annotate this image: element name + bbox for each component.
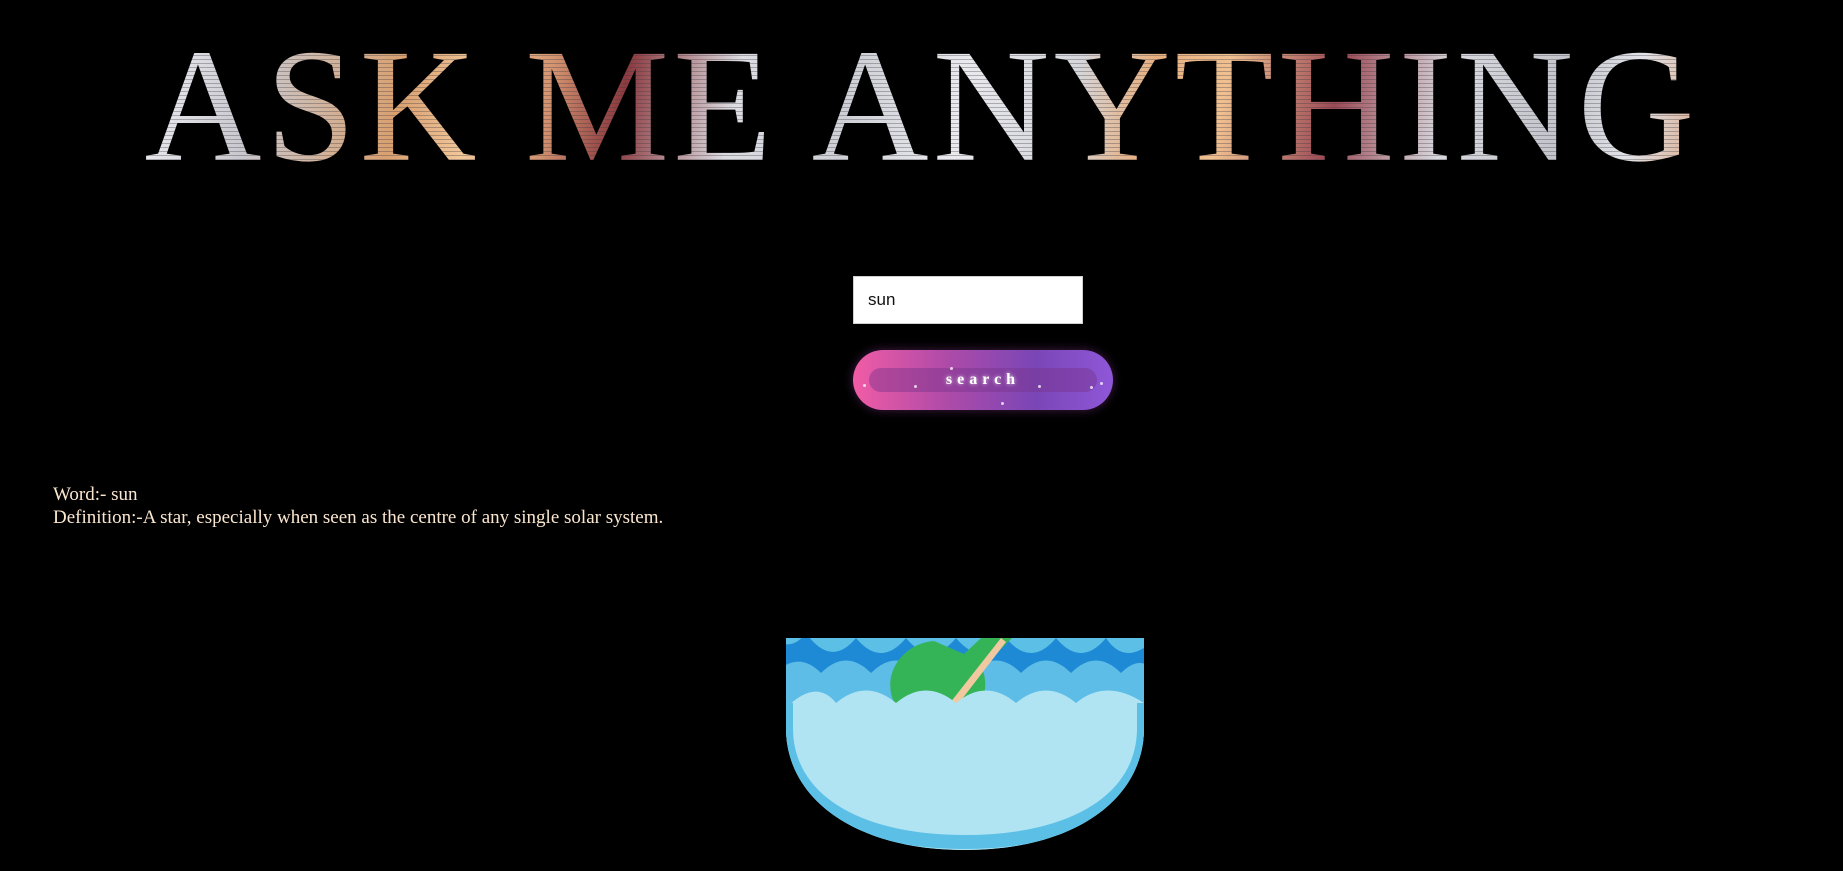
search-button-label: search [945,371,1021,388]
result-panel: Word:- sun Definition:-A star, especiall… [53,483,663,529]
definition-line: Definition:-A star, especially when seen… [53,506,663,529]
word-value: sun [111,484,138,505]
page-title: ASK ME ANYTHING [0,12,1843,202]
word-label: Word:- [53,484,107,505]
search-input[interactable] [853,276,1083,324]
bowl-water [786,638,1144,850]
search-button[interactable]: search [853,350,1113,410]
definition-value: A star, especially when seen as the cent… [142,507,664,528]
definition-label: Definition:- [53,507,143,528]
bottle-in-water-illustration [786,638,1144,850]
word-line: Word:- sun [53,483,663,506]
